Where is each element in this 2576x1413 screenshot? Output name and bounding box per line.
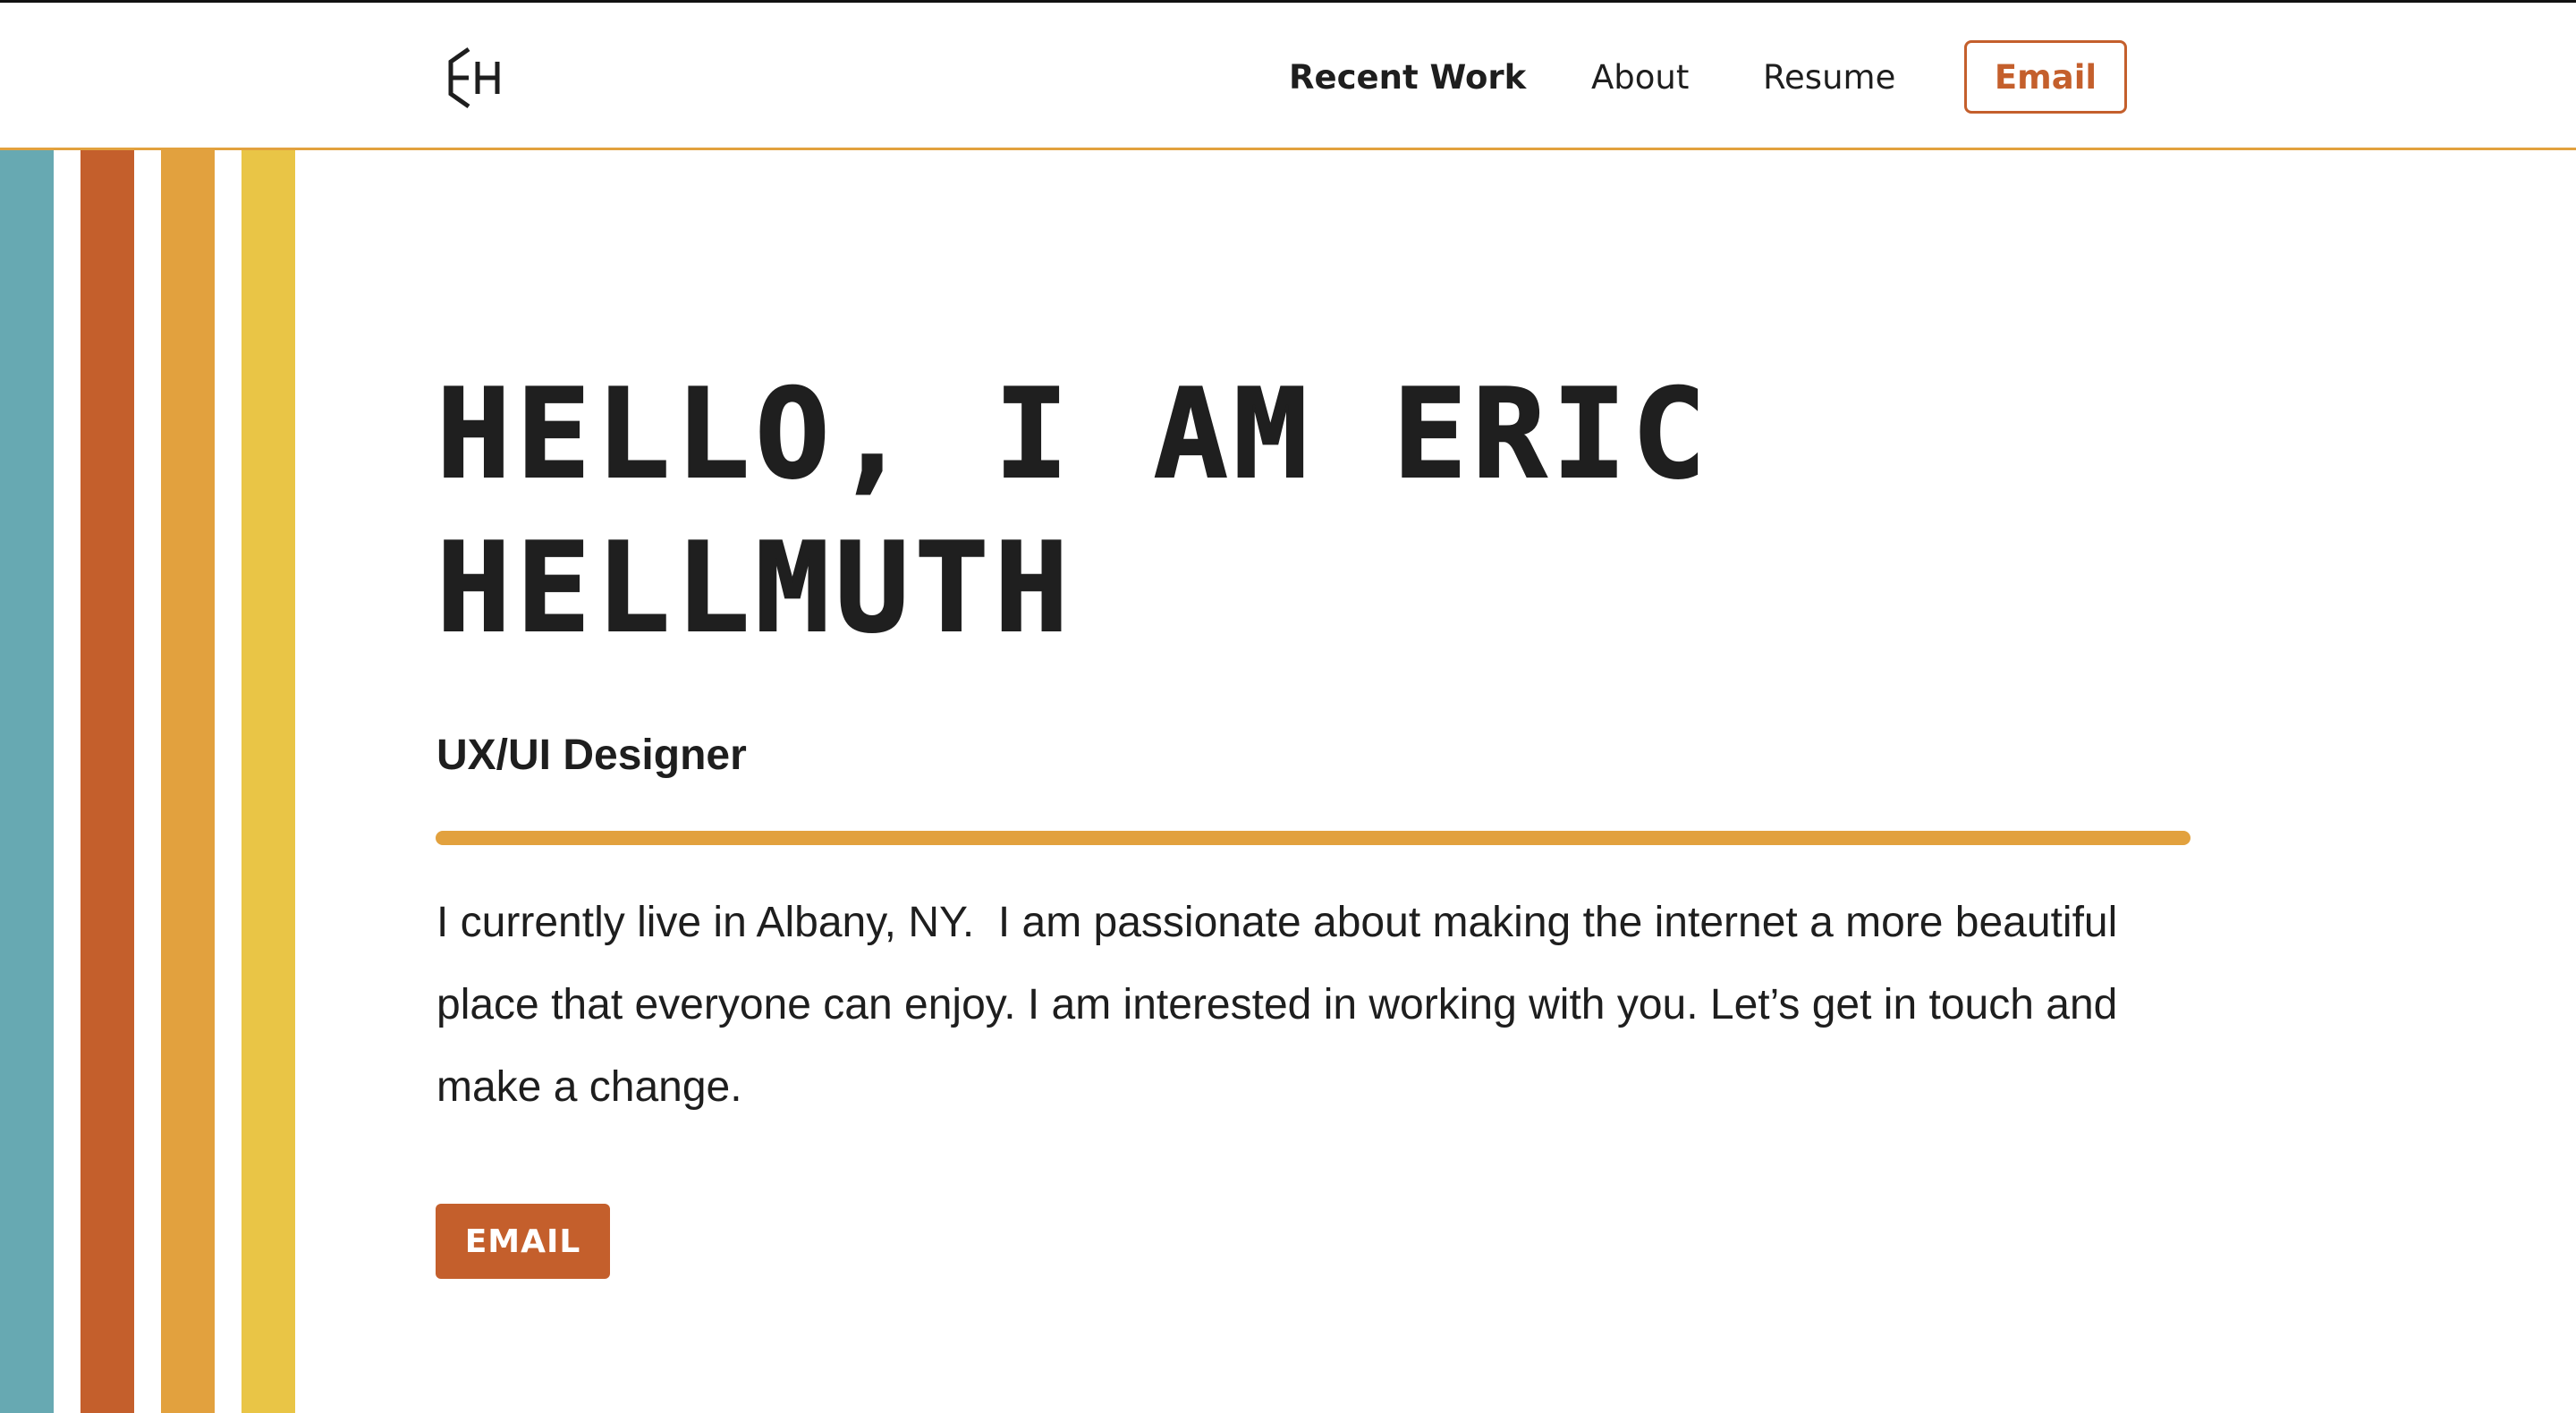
nav-about[interactable]: About [1591, 56, 1689, 99]
decorative-stripe-teal [0, 150, 54, 1413]
section-divider [436, 831, 2190, 845]
nav-recent-work[interactable]: Recent Work [1289, 56, 1526, 99]
eh-monogram-logo[interactable] [438, 42, 510, 114]
nav-resume[interactable]: Resume [1763, 56, 1895, 99]
hero-title-line-2: HELLMUTH [436, 515, 1074, 661]
role-subtitle: UX/UI Designer [436, 732, 747, 779]
decorative-stripe-yellow [242, 150, 295, 1413]
decorative-stripe-amber [161, 150, 215, 1413]
hero-title: HELLO, I AM ERIC HELLMUTH [436, 358, 2225, 665]
hero-title-line-1: HELLO, I AM ERIC [436, 361, 1712, 507]
header-divider [0, 148, 2576, 150]
site-header: Recent Work About Resume Email [0, 3, 2576, 148]
email-cta-button[interactable]: EMAIL [436, 1204, 610, 1279]
nav-email-button[interactable]: Email [1964, 40, 2127, 114]
bio-paragraph: I currently live in Albany, NY. I am pas… [436, 899, 2130, 1111]
decorative-stripe-orange [80, 150, 134, 1413]
